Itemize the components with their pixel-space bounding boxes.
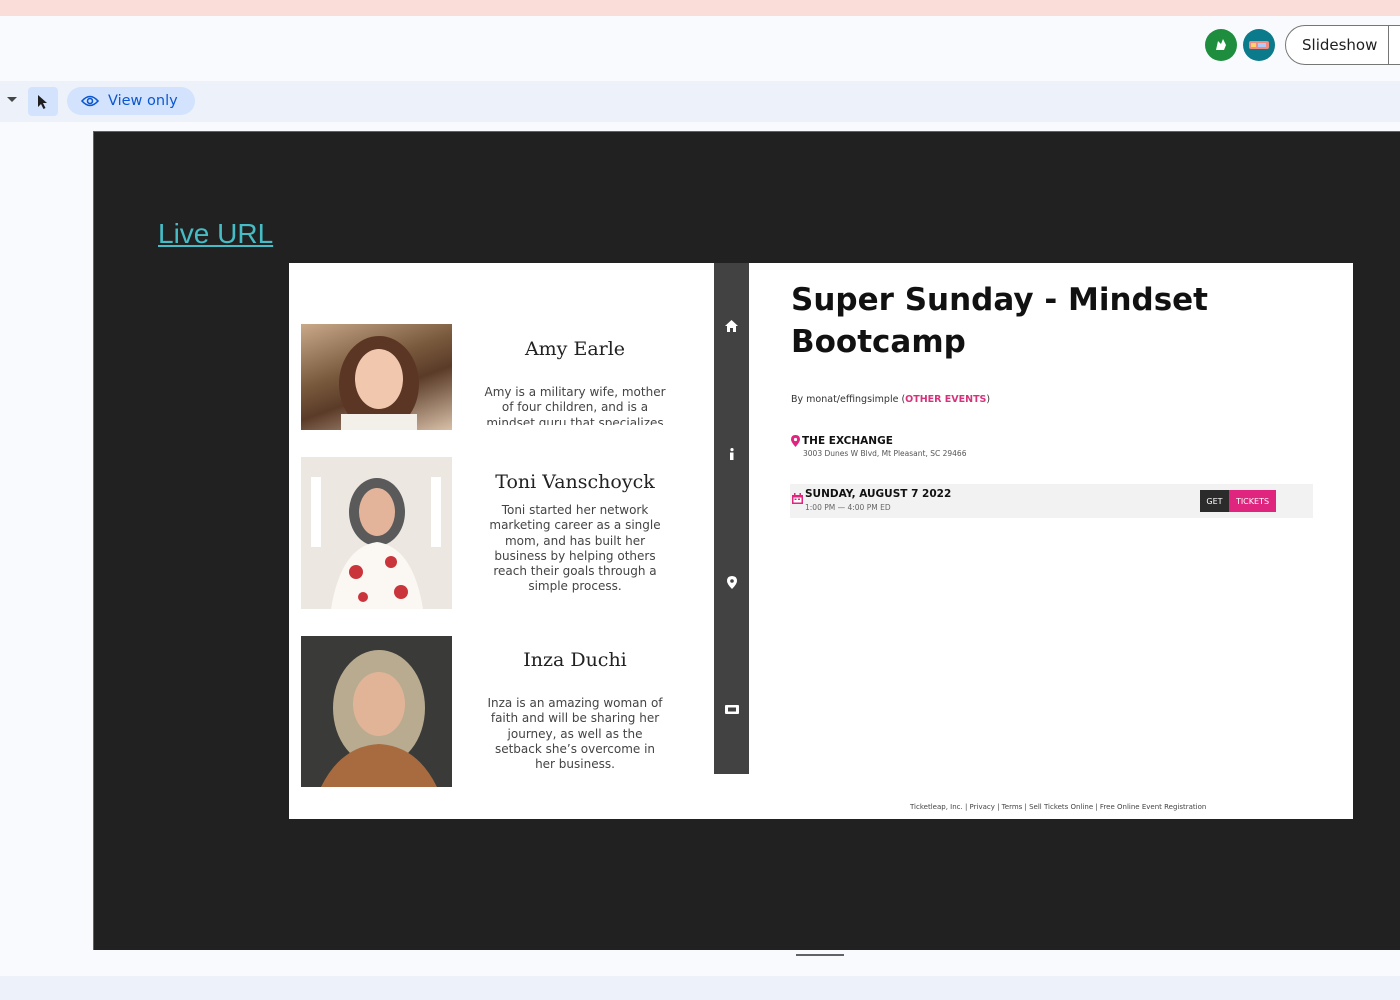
speaker-name: Toni Vanschoyck (495, 471, 655, 493)
collaborator-avatar[interactable] (1205, 29, 1237, 61)
view-only-badge[interactable]: View only (67, 87, 195, 115)
person-portrait-icon (339, 336, 419, 430)
event-time: 1:00 PM — 4:00 PM ED (805, 503, 891, 512)
eye-icon (81, 95, 99, 107)
person-portrait-icon (301, 636, 452, 787)
view-only-label: View only (108, 93, 178, 109)
venue-name: THE EXCHANGE (802, 435, 893, 447)
top-banner (0, 0, 1400, 16)
event-side-nav (714, 263, 749, 774)
event-date: SUNDAY, AUGUST 7 2022 (805, 488, 952, 500)
slideshow-dropdown-divider (1388, 25, 1389, 65)
app-header (0, 16, 1400, 81)
slideshow-button-label: Slideshow (1302, 36, 1378, 54)
animal-icon (1249, 41, 1269, 49)
page-footer: Ticketleap, Inc. | Privacy | Terms | Sel… (910, 803, 1207, 811)
cursor-arrow-icon (38, 94, 47, 109)
speaker-photo (301, 324, 452, 430)
speaker-photo (301, 636, 452, 787)
slideshow-button[interactable]: Slideshow (1285, 25, 1400, 65)
location-pin-icon (791, 435, 800, 447)
speaker-name: Inza Duchi (523, 649, 627, 671)
calendar-icon (792, 493, 803, 504)
speaker-bio: Amy is a military wife, mother of four c… (484, 385, 666, 425)
byline-suffix: ) (986, 394, 991, 405)
venue-address: 3003 Dunes W Blvd, Mt Pleasant, SC 29466 (803, 449, 967, 458)
byline-prefix: By monat/effingsimple ( (791, 394, 906, 405)
event-title: Super Sunday - Mindset Bootcamp (791, 282, 1209, 360)
speaker-bio: Inza is an amazing woman of faith and wi… (487, 696, 663, 772)
chevron-down-icon[interactable] (7, 97, 17, 102)
speaker-photo (301, 457, 452, 609)
info-icon[interactable] (714, 448, 749, 460)
select-tool-button[interactable] (28, 87, 58, 116)
animal-icon (1216, 39, 1226, 50)
event-byline: By monat/effingsimple (OTHER EVENTS) (791, 394, 990, 405)
tickets-button[interactable]: TICKETS (1229, 490, 1276, 512)
collaborator-avatar[interactable] (1243, 29, 1275, 61)
event-page-screenshot: Amy Earle Amy is a military wife, mother… (289, 263, 1353, 819)
speaker-name: Amy Earle (524, 338, 626, 360)
get-tickets-button[interactable]: GET (1200, 490, 1229, 512)
location-pin-icon[interactable] (714, 576, 749, 589)
toolbar (0, 81, 1400, 122)
bottom-bar (0, 976, 1400, 1000)
live-url-link[interactable]: Live URL (158, 218, 273, 250)
other-events-link[interactable]: OTHER EVENTS (905, 394, 986, 405)
speaker-bio: Toni started her network marketing caree… (489, 503, 661, 594)
filmstrip-resize-handle[interactable] (796, 954, 844, 956)
home-icon[interactable] (714, 320, 749, 332)
person-portrait-icon (301, 457, 452, 609)
ticket-icon[interactable] (714, 705, 749, 714)
